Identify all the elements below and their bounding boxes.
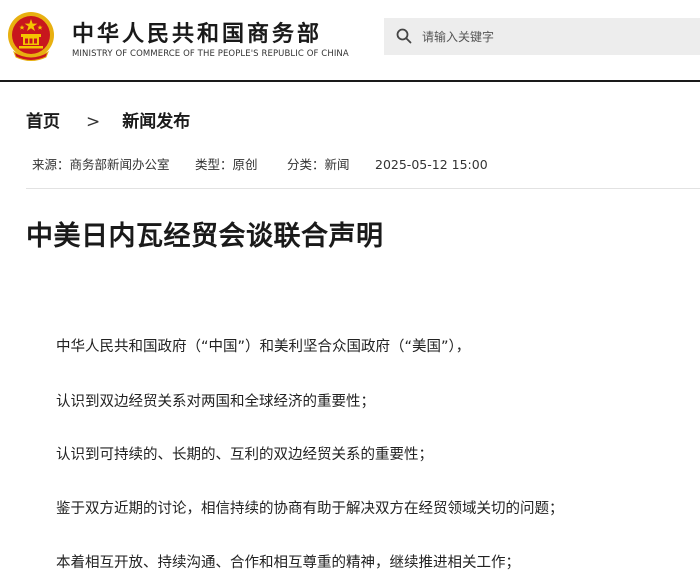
site-header: 中华人民共和国商务部 MINISTRY OF COMMERCE OF THE P… [0,0,700,82]
breadcrumb-home-link[interactable]: 首页 [26,112,60,132]
search-box[interactable] [384,18,700,55]
article-paragraph: 中华人民共和国政府（“中国”）和美利坚合众国政府（“美国”）， [56,339,471,355]
meta-type: 类型：原创 [195,157,258,172]
breadcrumb-separator: > [86,112,101,132]
breadcrumb: 首页 > 新闻发布 [26,107,190,132]
search-input[interactable] [422,18,692,55]
meta-datetime: 2025-05-12 15:00 [375,157,488,172]
meta-divider [26,188,700,189]
national-emblem-icon[interactable] [6,10,56,64]
article-meta: 来源：商务部新闻办公室 类型：原创 分类：新闻 2025-05-12 15:00 [32,154,488,173]
breadcrumb-section-link[interactable]: 新闻发布 [122,112,190,132]
article-paragraph: 鉴于双方近期的讨论，相信持续的协商有助于解决双方在经贸领域关切的问题； [56,501,564,517]
ministry-name-en: MINISTRY OF COMMERCE OF THE PEOPLE'S REP… [72,49,349,59]
meta-category: 分类：新闻 [287,157,350,172]
ministry-name-cn[interactable]: 中华人民共和国商务部 [72,16,322,48]
article-title: 中美日内瓦经贸会谈联合声明 [26,221,384,252]
article-paragraph: 认识到可持续的、长期的、互利的双边经贸关系的重要性； [56,447,433,463]
article-paragraph: 本着相互开放、持续沟通、合作和相互尊重的精神，继续推进相关工作； [56,555,520,571]
search-icon[interactable] [396,28,412,44]
article-paragraph: 认识到双边经贸关系对两国和全球经济的重要性； [56,394,375,410]
meta-source: 来源：商务部新闻办公室 [32,157,170,172]
